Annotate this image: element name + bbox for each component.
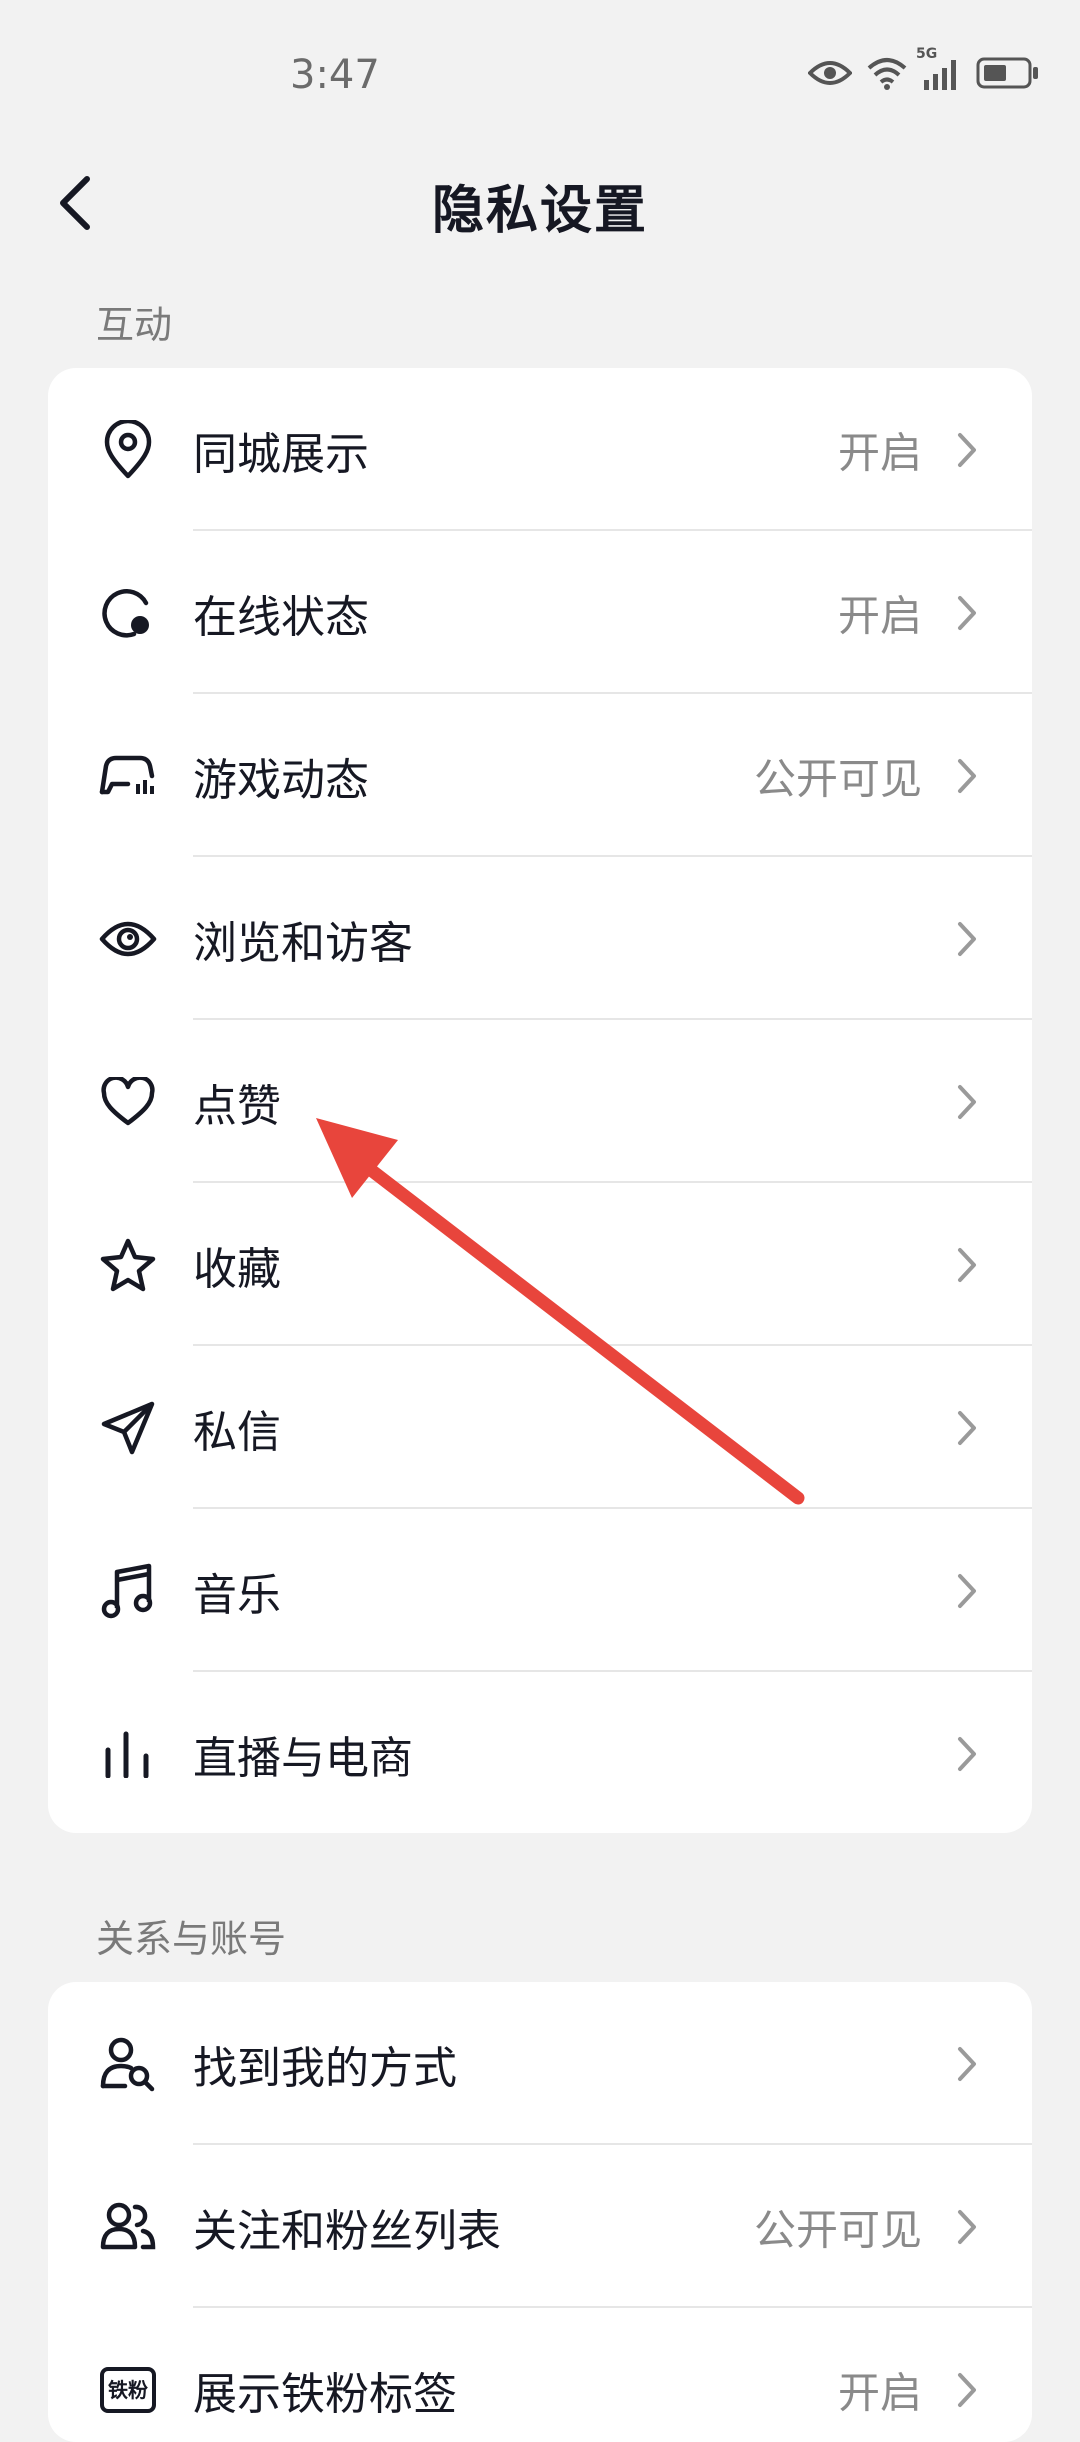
settings-row-value: 公开可见 bbox=[753, 754, 922, 803]
settings-row-likes[interactable]: 点赞 bbox=[48, 1020, 1032, 1183]
status-time: 3:47 bbox=[290, 52, 380, 98]
chevron-right-icon bbox=[952, 2207, 982, 2247]
chevron-right-icon bbox=[952, 919, 982, 959]
chevron-right-icon bbox=[952, 430, 982, 470]
chevron-right-icon bbox=[952, 2370, 982, 2410]
send-icon bbox=[98, 1398, 158, 1458]
settings-row-messages[interactable]: 私信 bbox=[48, 1346, 1032, 1509]
people-icon bbox=[98, 2197, 158, 2257]
eye-icon bbox=[98, 909, 158, 969]
wifi-icon bbox=[866, 56, 908, 94]
music-note-icon bbox=[98, 1561, 158, 1621]
heart-icon bbox=[98, 1072, 158, 1132]
chevron-right-icon bbox=[952, 593, 982, 633]
person-search-icon bbox=[98, 2034, 158, 2094]
status-bar: 3:47 5G bbox=[0, 0, 1080, 150]
fan-badge-icon: 铁粉 bbox=[98, 2360, 158, 2420]
settings-row-find-me[interactable]: 找到我的方式 bbox=[48, 1982, 1032, 2145]
online-status-icon bbox=[98, 583, 158, 643]
chevron-right-icon bbox=[952, 1408, 982, 1448]
settings-row-label: 私信 bbox=[193, 1406, 281, 1458]
relations-settings-card: 找到我的方式 关注和粉丝列表 公开可见 铁粉 展示铁粉标签 开启 bbox=[48, 1982, 1032, 2442]
page-title: 隐私设置 bbox=[431, 181, 648, 241]
settings-row-label: 同城展示 bbox=[193, 428, 369, 480]
chevron-right-icon bbox=[952, 1571, 982, 1611]
settings-row-label: 音乐 bbox=[193, 1569, 281, 1621]
settings-row-value: 开启 bbox=[837, 2368, 922, 2417]
live-bars-icon bbox=[98, 1724, 158, 1784]
section-header-relations: 关系与账号 bbox=[96, 1917, 287, 1961]
settings-row-label: 游戏动态 bbox=[193, 754, 369, 806]
settings-row-value: 开启 bbox=[837, 428, 922, 477]
settings-row-label: 收藏 bbox=[193, 1243, 281, 1295]
game-controller-icon bbox=[98, 746, 158, 806]
settings-row-value: 公开可见 bbox=[753, 2205, 922, 2254]
settings-row-label: 直播与电商 bbox=[193, 1732, 413, 1784]
chevron-right-icon bbox=[952, 1734, 982, 1774]
settings-row-music[interactable]: 音乐 bbox=[48, 1509, 1032, 1672]
star-icon bbox=[98, 1235, 158, 1295]
chevron-right-icon bbox=[952, 1082, 982, 1122]
settings-row-follow-list[interactable]: 关注和粉丝列表 公开可见 bbox=[48, 2145, 1032, 2308]
interaction-settings-card: 同城展示 开启 在线状态 开启 游戏动态 公开可见 浏览和访客 点赞 收藏 私信… bbox=[48, 368, 1032, 1833]
settings-row-browse-visitors[interactable]: 浏览和访客 bbox=[48, 857, 1032, 1020]
nav-bar: 隐私设置 bbox=[0, 150, 1080, 260]
settings-row-online-status[interactable]: 在线状态 开启 bbox=[48, 531, 1032, 694]
settings-row-label: 关注和粉丝列表 bbox=[193, 2205, 501, 2257]
settings-row-label: 找到我的方式 bbox=[193, 2042, 457, 2094]
chevron-right-icon bbox=[952, 1245, 982, 1285]
settings-row-favorites[interactable]: 收藏 bbox=[48, 1183, 1032, 1346]
settings-row-game-activity[interactable]: 游戏动态 公开可见 bbox=[48, 694, 1032, 857]
location-pin-icon bbox=[98, 419, 158, 480]
settings-row-value: 开启 bbox=[837, 591, 922, 640]
signal-icon: 5G bbox=[916, 46, 962, 94]
settings-row-label: 浏览和访客 bbox=[193, 917, 413, 969]
battery-icon bbox=[976, 56, 1040, 94]
chevron-right-icon bbox=[952, 756, 982, 796]
eye-icon bbox=[807, 58, 853, 92]
status-icons: 5G bbox=[807, 46, 1040, 94]
settings-row-label: 在线状态 bbox=[193, 591, 369, 643]
settings-row-fan-badge[interactable]: 铁粉 展示铁粉标签 开启 bbox=[48, 2308, 1032, 2442]
fan-badge-text: 铁粉 bbox=[100, 2366, 156, 2413]
section-header-interaction: 互动 bbox=[96, 303, 173, 347]
settings-row-live-commerce[interactable]: 直播与电商 bbox=[48, 1672, 1032, 1833]
settings-row-label: 点赞 bbox=[193, 1080, 281, 1132]
settings-row-label: 展示铁粉标签 bbox=[193, 2368, 457, 2420]
chevron-right-icon bbox=[952, 2044, 982, 2084]
network-type: 5G bbox=[916, 46, 938, 62]
settings-row-nearby[interactable]: 同城展示 开启 bbox=[48, 368, 1032, 531]
